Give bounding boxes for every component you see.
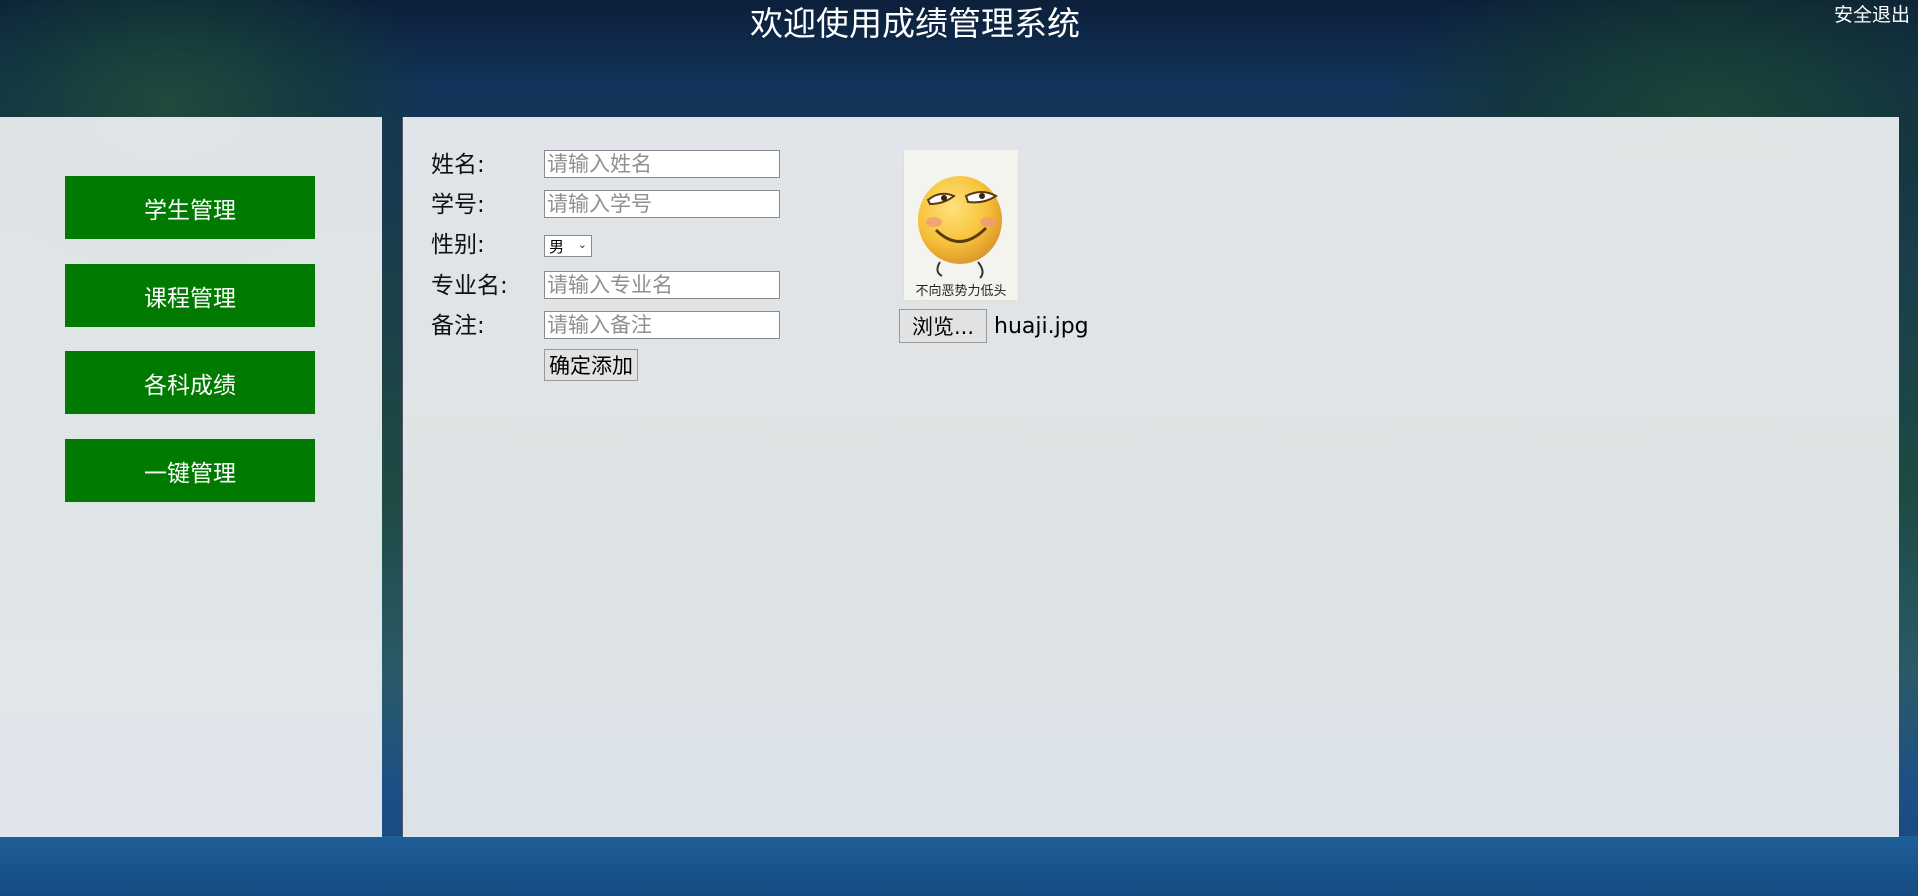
background-bottom-band <box>0 836 1918 896</box>
browse-button[interactable]: 浏览... <box>899 309 987 343</box>
page-title: 欢迎使用成绩管理系统 <box>750 4 1080 43</box>
major-label: 专业名: <box>431 273 508 299</box>
student-id-label: 学号: <box>431 192 485 218</box>
confirm-add-button[interactable]: 确定添加 <box>544 349 638 381</box>
remark-input[interactable] <box>544 311 780 339</box>
gender-label: 性别: <box>431 232 485 258</box>
chevron-down-icon: ⌄ <box>577 238 587 251</box>
smiley-face-icon <box>918 176 1002 279</box>
nav-button-one-click-management[interactable]: 一键管理 <box>65 439 315 502</box>
gender-select-value: 男 <box>549 237 565 256</box>
nav-button-student-management[interactable]: 学生管理 <box>65 176 315 239</box>
selected-file-name: huaji.jpg <box>994 314 1089 339</box>
nav-button-course-management[interactable]: 课程管理 <box>65 264 315 327</box>
gender-select[interactable]: 男 ⌄ <box>544 235 592 257</box>
major-input[interactable] <box>544 271 780 299</box>
name-label: 姓名: <box>431 152 485 178</box>
logout-link[interactable]: 安全退出 <box>1834 4 1910 26</box>
photo-preview: 不向恶势力低头 <box>903 149 1019 301</box>
main-panel: 姓名: 学号: 性别: 男 ⌄ 专业名: 备注: 确定添加 <box>402 117 1899 837</box>
nav-button-subject-grades[interactable]: 各科成绩 <box>65 351 315 414</box>
sidebar: 学生管理 课程管理 各科成绩 一键管理 <box>0 117 382 837</box>
student-id-input[interactable] <box>544 190 780 218</box>
remark-label: 备注: <box>431 313 485 339</box>
name-input[interactable] <box>544 150 780 178</box>
photo-caption: 不向恶势力低头 <box>915 284 1007 299</box>
